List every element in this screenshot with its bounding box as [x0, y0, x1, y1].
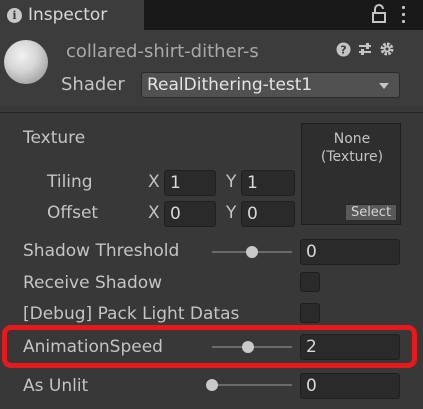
tiling-label: Tiling: [47, 172, 93, 192]
texture-slot-text: None (Texture): [320, 131, 384, 165]
help-icon[interactable]: ?: [335, 41, 351, 57]
shadow-threshold-value: 0: [306, 242, 317, 262]
shadow-threshold-field[interactable]: 0: [300, 239, 400, 265]
receive-shadow-checkbox[interactable]: [300, 272, 320, 292]
texture-object-slot[interactable]: None (Texture) Select: [301, 123, 401, 225]
shader-dropdown-value: RealDithering-test1: [147, 75, 313, 95]
offset-y-field[interactable]: 0: [241, 201, 295, 227]
receive-shadow-label: Receive Shadow: [23, 273, 163, 293]
lock-icon[interactable]: [372, 4, 386, 24]
preset-icon[interactable]: [357, 41, 373, 57]
shadow-threshold-label: Shadow Threshold: [23, 241, 180, 261]
kebab-menu-icon[interactable]: [400, 6, 406, 24]
info-icon: i: [7, 7, 22, 23]
offset-label: Offset: [47, 203, 99, 223]
as-unlit-label: As Unlit: [23, 376, 89, 396]
as-unlit-slider-thumb[interactable]: [206, 379, 218, 391]
as-unlit-slider-track[interactable]: [212, 384, 292, 386]
as-unlit-value: 0: [306, 376, 317, 396]
as-unlit-field[interactable]: 0: [300, 373, 400, 399]
shadow-threshold-slider-thumb[interactable]: [246, 246, 258, 258]
inspector-tab[interactable]: i Inspector: [0, 0, 144, 30]
offset-x-axis-label: X: [148, 203, 160, 223]
offset-x-field[interactable]: 0: [164, 201, 216, 227]
highlight-annotation: [2, 325, 417, 368]
settings-icon[interactable]: [379, 41, 395, 57]
header-divider: [0, 112, 423, 113]
shader-label: Shader: [61, 74, 125, 95]
tiling-x-axis-label: X: [148, 172, 160, 192]
dropdown-arrow-icon: [379, 83, 389, 89]
shader-dropdown[interactable]: RealDithering-test1: [141, 72, 400, 98]
tiling-x-field[interactable]: 1: [164, 170, 216, 196]
pack-light-datas-label: [Debug] Pack Light Datas: [23, 304, 240, 324]
material-preview-thumbnail: [4, 40, 48, 84]
texture-label: Texture: [23, 128, 86, 148]
tiling-y-field[interactable]: 1: [241, 170, 295, 196]
tiling-y-axis-label: Y: [226, 172, 237, 192]
inspector-tab-label: Inspector: [28, 5, 108, 25]
tiling-y-value: 1: [247, 173, 258, 193]
offset-x-value: 0: [170, 204, 181, 224]
pack-light-datas-checkbox[interactable]: [300, 303, 320, 323]
offset-y-axis-label: Y: [226, 203, 237, 223]
tab-bar: i Inspector: [0, 0, 423, 30]
tiling-x-value: 1: [170, 173, 181, 193]
material-name: collared-shirt-dither-s: [66, 41, 259, 62]
texture-select-button[interactable]: Select: [345, 204, 397, 221]
header-icon-group: ?: [335, 41, 395, 57]
svg-text:?: ?: [340, 43, 346, 56]
offset-y-value: 0: [247, 204, 258, 224]
